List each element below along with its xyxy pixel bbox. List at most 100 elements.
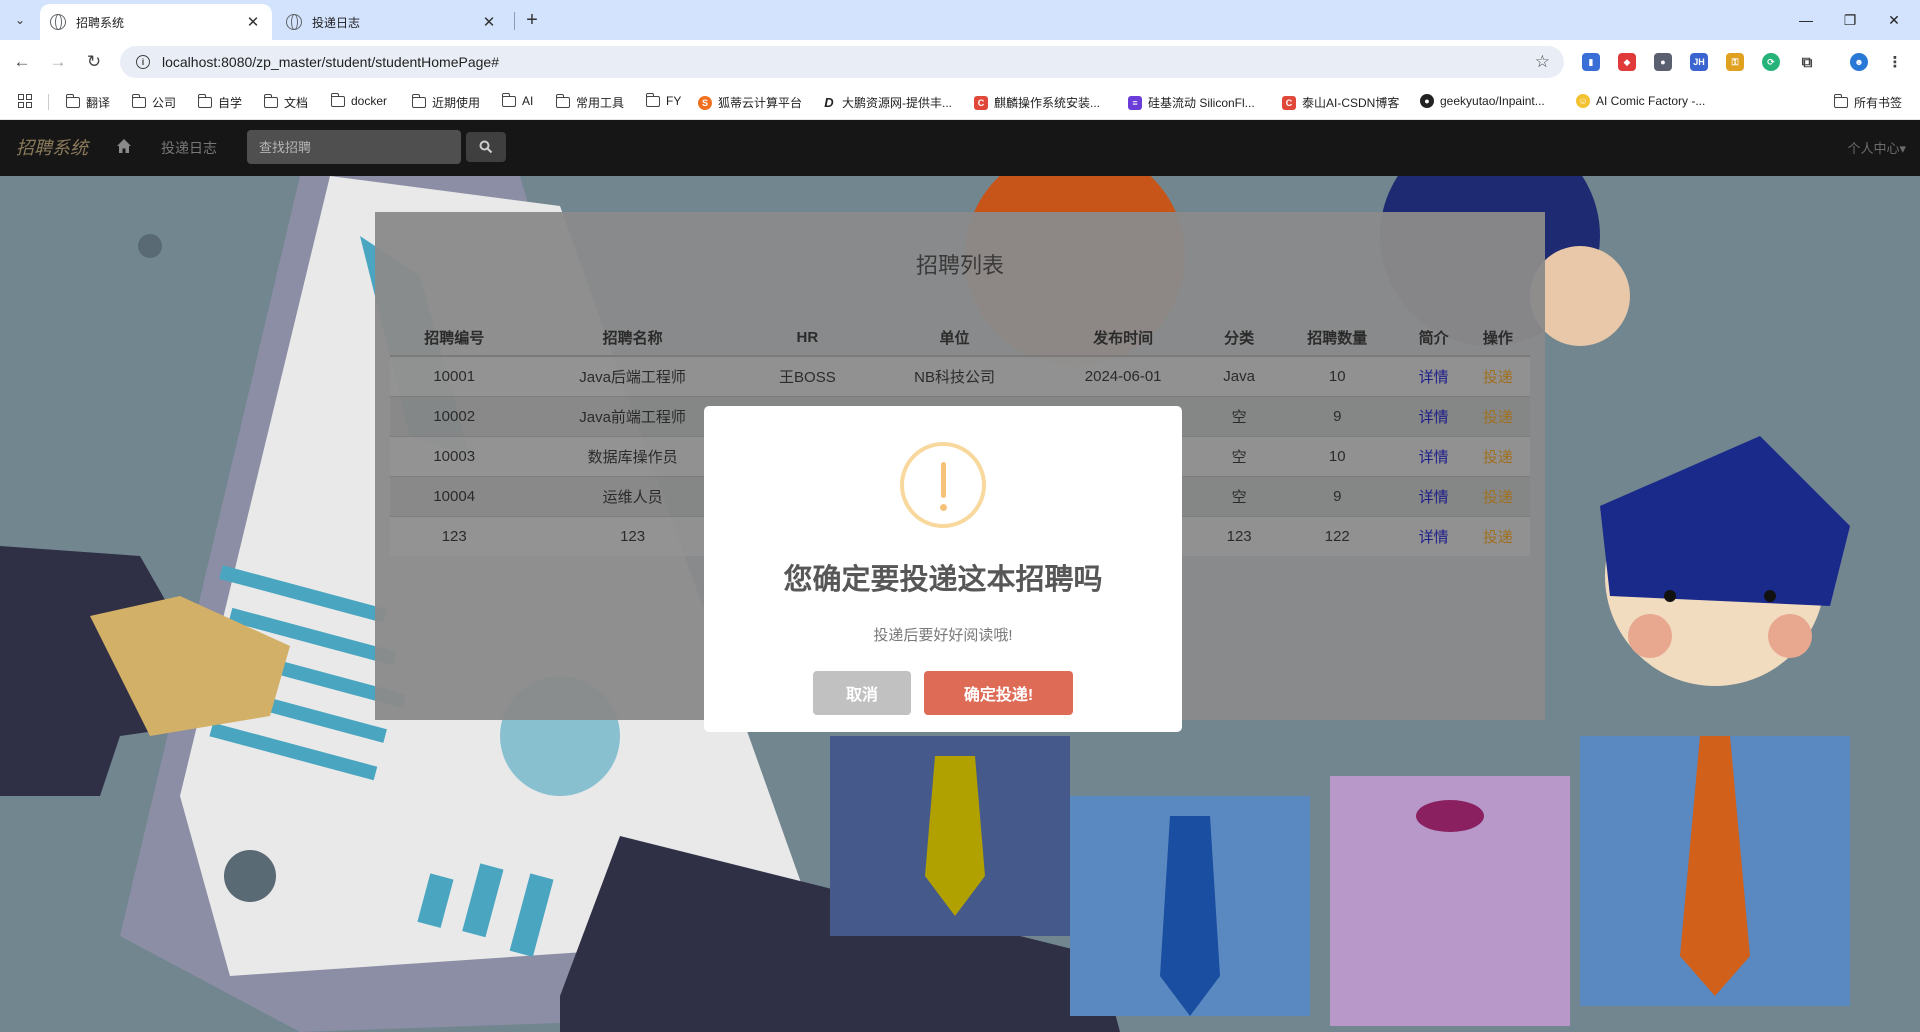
bookmark-folder-fy[interactable]: FY [645,92,681,108]
cell-category: 空 [1205,395,1274,436]
github-logo-icon: ● [1420,94,1434,108]
hudi-logo-icon: S [698,95,712,110]
bookmark-star-icon[interactable]: ☆ [1535,52,1550,72]
folder-icon [411,94,426,108]
restore-icon[interactable]: ❐ [1830,6,1870,34]
cell-category: 123 [1205,515,1274,556]
extension-paint-icon[interactable]: ● [1654,53,1672,71]
bookmark-taishan-csdn[interactable]: C 泰山AI-CSDN博客 [1282,94,1399,111]
column-header: 简介 [1401,320,1466,357]
confirm-delivery-button[interactable]: 确定投递! [924,671,1073,715]
url-text[interactable]: localhost:8080/zp_master/student/student… [162,54,1535,70]
bookmark-folder-tools[interactable]: 常用工具 [555,94,625,111]
bookmark-dapeng[interactable]: D 大鹏资源网-提供丰... [822,94,952,111]
bookmark-folder-ai[interactable]: AI [501,92,533,108]
profile-avatar-icon[interactable]: ☻ [1850,53,1868,71]
bookmark-all[interactable]: 所有书签 [1833,94,1902,111]
cell-count: 10 [1273,355,1402,396]
bookmark-label: 麒麟操作系统安装... [994,96,1101,110]
panel-title: 招聘列表 [915,253,1004,278]
tab-delivery-log[interactable]: 投递日志 ✕ [276,4,508,40]
cell-count: 9 [1273,475,1402,516]
bookmark-label: 文档 [284,96,309,110]
bookmark-folder-company[interactable]: 公司 [131,94,176,111]
bookmark-folder-selfstudy[interactable]: 自学 [197,94,242,111]
forward-icon[interactable]: → [46,50,70,74]
csdn-logo-icon: C [974,95,988,110]
bookmark-kylin[interactable]: C 麒麟操作系统安装... [974,94,1100,111]
folder-icon [501,92,516,107]
bookmark-ai-comic[interactable]: ☺ AI Comic Factory -... [1576,94,1705,108]
top-navbar: 招聘系统 投递日志 个人中心▾ [0,120,1920,176]
apply-link[interactable]: 投递 [1483,489,1513,506]
bookmark-github-inpaint[interactable]: ● geekyutao/Inpaint... [1420,94,1545,108]
reload-icon[interactable]: ↻ [82,50,106,74]
extension-jh-icon[interactable]: JH [1690,53,1708,71]
close-icon[interactable]: ✕ [244,13,262,31]
bookmark-siliconflow[interactable]: ≡ 硅基流动 SiliconFl... [1128,94,1255,111]
address-bar[interactable]: i localhost:8080/zp_master/student/stude… [120,46,1564,78]
column-header: 招聘数量 [1273,320,1402,357]
cell-category: 空 [1205,435,1274,476]
dapeng-logo-icon: D [824,95,834,110]
back-icon[interactable]: ← [10,50,34,74]
minimize-icon[interactable]: — [1786,6,1826,34]
tab-search-chevron-icon[interactable]: ⌄ [8,8,32,32]
apply-link[interactable]: 投递 [1483,449,1513,466]
detail-link[interactable]: 详情 [1419,529,1449,546]
extension-refresh-icon[interactable]: ⟳ [1762,53,1780,71]
table-header-row: 招聘编号 招聘名称 HR 单位 发布时间 分类 招聘数量 简介 操作 [390,320,1530,357]
detail-link[interactable]: 详情 [1419,409,1449,426]
bookmark-label: geekyutao/Inpaint... [1440,94,1545,108]
column-header: HR [746,320,869,357]
bookmark-folder-docker[interactable]: docker [330,92,387,108]
site-info-icon[interactable]: i [136,55,150,69]
bookmark-label: 常用工具 [576,96,625,110]
cell-count: 122 [1273,515,1402,556]
brand-logo[interactable]: 招聘系统 [16,134,88,160]
search-button[interactable] [466,132,506,162]
search-input[interactable] [247,130,461,164]
extension-shield-icon[interactable]: ◆ [1618,53,1636,71]
apply-link[interactable]: 投递 [1483,369,1513,386]
detail-link[interactable]: 详情 [1419,369,1449,386]
new-tab-button[interactable]: + [520,8,544,32]
bookmark-folder-translate[interactable]: 翻译 [65,94,110,111]
column-header: 发布时间 [1041,320,1206,357]
extension-chart-icon[interactable]: ▮ [1582,53,1600,71]
apps-grid-icon[interactable] [18,94,32,108]
cell-count: 10 [1273,435,1402,476]
globe-icon [50,14,66,30]
extension-key-icon[interactable]: ⚿ [1726,53,1744,71]
bookmark-separator [48,94,49,110]
cell-id: 123 [390,515,519,556]
nav-link-delivery-log[interactable]: 投递日志 [161,138,217,158]
apply-link[interactable]: 投递 [1483,409,1513,426]
cell-id: 10002 [390,395,519,436]
folder-icon [555,94,570,108]
folder-icon [645,92,660,107]
folder-icon [131,94,146,108]
bookmark-label: 近期使用 [432,96,481,110]
bookmark-label: 大鹏资源网-提供丰... [842,96,952,110]
bookmark-folder-recent[interactable]: 近期使用 [411,94,481,111]
cell-id: 10001 [390,355,519,396]
bookmark-hudi-cloud[interactable]: S 狐蒂云计算平台 [698,94,802,111]
apply-link[interactable]: 投递 [1483,529,1513,546]
browser-menu-icon[interactable]: ⋮ [1886,53,1904,71]
cancel-button[interactable]: 取消 [813,671,911,715]
tab-recruit-system[interactable]: 招聘系统 ✕ [40,4,272,40]
tab-strip: ⌄ 招聘系统 ✕ 投递日志 ✕ + — ❐ ✕ [0,0,1920,40]
csdn-logo-icon: C [1282,95,1296,110]
extensions-puzzle-icon[interactable]: ⧉ [1798,53,1816,71]
detail-link[interactable]: 详情 [1419,489,1449,506]
web-page: 招聘系统 投递日志 个人中心▾ 招聘列表 招聘编号 招聘名称 HR 单位 发布时… [0,120,1920,1032]
detail-link[interactable]: 详情 [1419,449,1449,466]
home-icon[interactable] [116,138,132,154]
user-center-dropdown[interactable]: 个人中心▾ [1847,138,1906,157]
cell-unit: NB科技公司 [868,355,1042,396]
close-icon[interactable]: ✕ [480,13,498,31]
window-close-icon[interactable]: ✕ [1874,6,1914,34]
search-icon [479,140,493,154]
bookmark-folder-docs[interactable]: 文档 [263,94,309,111]
